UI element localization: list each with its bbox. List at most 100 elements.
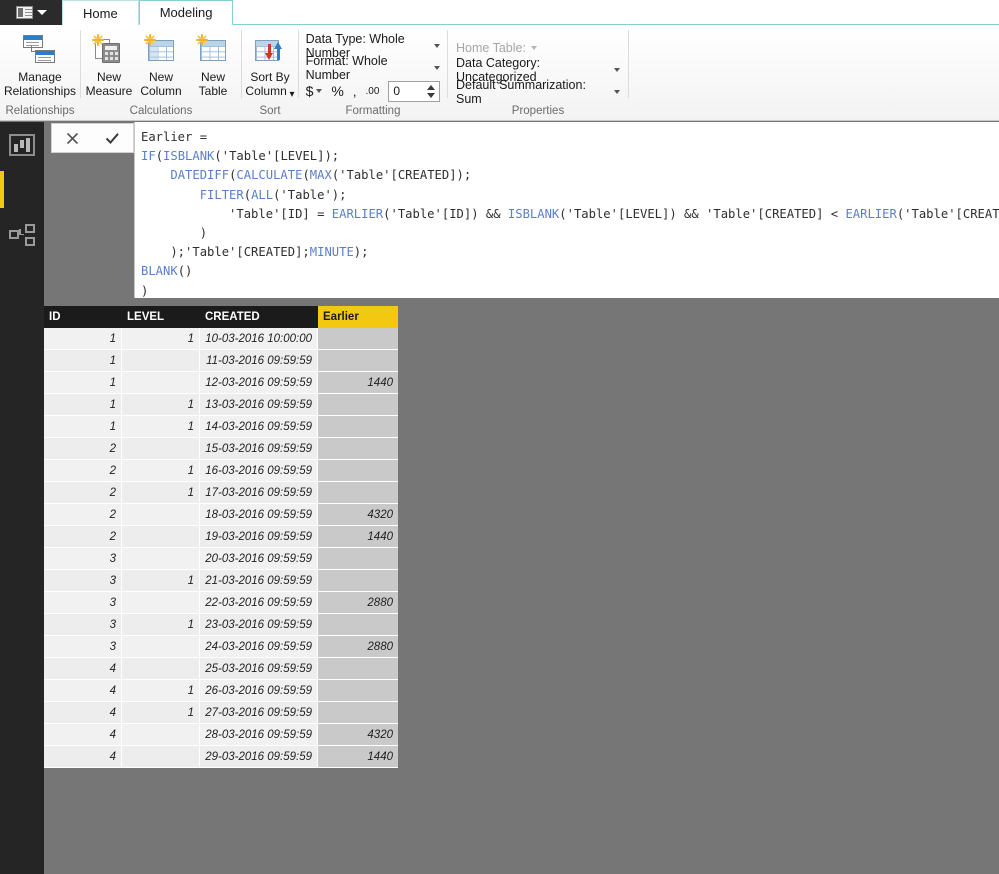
manage-relationships-button[interactable]: Manage Relationships [1,29,79,98]
new-table-button[interactable]: New Table [187,29,239,98]
cell-id[interactable]: 3 [44,592,122,614]
cell-id[interactable]: 1 [44,416,122,438]
percent-format-button[interactable]: % [331,83,343,99]
cell-earlier[interactable] [318,328,398,350]
cell-earlier[interactable]: 1440 [318,526,398,548]
column-header-created[interactable]: CREATED [200,306,318,328]
cell-created[interactable]: 20-03-2016 09:59:59 [200,548,318,570]
cell-earlier[interactable]: 2880 [318,636,398,658]
cell-id[interactable]: 4 [44,724,122,746]
cell-earlier[interactable] [318,438,398,460]
table-row[interactable]: 4 1 26-03-2016 09:59:59 [44,680,398,702]
table-row[interactable]: 1 11-03-2016 09:59:59 [44,350,398,372]
cell-id[interactable]: 1 [44,394,122,416]
cell-id[interactable]: 1 [44,372,122,394]
cell-level[interactable]: 1 [122,460,200,482]
sort-by-column-button[interactable]: Sort By Column ▾ [242,29,298,100]
cell-level[interactable]: 1 [122,482,200,504]
sidebar-item-data-view[interactable] [0,167,398,495]
cell-level[interactable]: 1 [122,570,200,592]
cell-id[interactable]: 4 [44,702,122,724]
cell-id[interactable]: 3 [44,636,122,658]
cell-earlier[interactable] [318,614,398,636]
cell-earlier[interactable] [318,548,398,570]
table-row[interactable]: 3 22-03-2016 09:59:59 2880 [44,592,398,614]
cell-earlier[interactable] [318,570,398,592]
cell-created[interactable]: 18-03-2016 09:59:59 [200,504,318,526]
cell-created[interactable]: 24-03-2016 09:59:59 [200,636,318,658]
cell-id[interactable]: 3 [44,548,122,570]
column-header-earlier[interactable]: Earlier [318,306,398,328]
table-row[interactable]: 2 1 16-03-2016 09:59:59 [44,460,398,482]
cell-created[interactable]: 19-03-2016 09:59:59 [200,526,318,548]
cell-id[interactable]: 4 [44,680,122,702]
sidebar-item-report-view[interactable] [0,122,44,167]
cell-id[interactable]: 3 [44,614,122,636]
thousands-separator-button[interactable]: , [353,84,357,99]
cell-id[interactable]: 2 [44,482,122,504]
cell-level[interactable] [122,438,200,460]
tab-home[interactable]: Home [62,0,139,25]
cell-earlier[interactable] [318,460,398,482]
cell-created[interactable]: 11-03-2016 09:59:59 [200,350,318,372]
table-row[interactable]: 4 29-03-2016 09:59:59 1440 [44,746,398,768]
default-summarization-dropdown[interactable]: Default Summarization: Sum [456,78,620,106]
table-row[interactable]: 2 19-03-2016 09:59:59 1440 [44,526,398,548]
table-row[interactable]: 1 1 13-03-2016 09:59:59 [44,394,398,416]
cell-created[interactable]: 26-03-2016 09:59:59 [200,680,318,702]
column-header-level[interactable]: LEVEL [122,306,200,328]
table-row[interactable]: 4 1 27-03-2016 09:59:59 [44,702,398,724]
cell-id[interactable]: 4 [44,746,122,768]
file-menu-button[interactable] [0,0,62,25]
cell-earlier[interactable] [318,350,398,372]
cell-created[interactable]: 27-03-2016 09:59:59 [200,702,318,724]
cell-level[interactable]: 1 [122,614,200,636]
cell-earlier[interactable] [318,482,398,504]
cell-level[interactable] [122,724,200,746]
cell-created[interactable]: 15-03-2016 09:59:59 [200,438,318,460]
currency-format-button[interactable]: $ [306,83,314,99]
cell-level[interactable] [122,636,200,658]
new-measure-button[interactable]: New Measure [83,29,135,98]
tab-modeling[interactable]: Modeling [138,0,234,25]
cell-id[interactable]: 3 [44,570,122,592]
cell-level[interactable] [122,526,200,548]
cell-id[interactable]: 4 [44,658,122,680]
chevron-down-icon[interactable] [316,89,323,93]
cell-level[interactable]: 1 [122,416,200,438]
cell-earlier[interactable]: 1440 [318,746,398,768]
cell-earlier[interactable]: 1440 [318,372,398,394]
cell-level[interactable] [122,746,200,768]
cell-id[interactable]: 2 [44,504,122,526]
cell-id[interactable]: 2 [44,526,122,548]
data-type-dropdown[interactable]: Data Type: Whole Number [306,32,441,60]
cell-earlier[interactable]: 4320 [318,724,398,746]
table-row[interactable]: 2 18-03-2016 09:59:59 4320 [44,504,398,526]
cell-created[interactable]: 22-03-2016 09:59:59 [200,592,318,614]
table-row[interactable]: 1 1 14-03-2016 09:59:59 [44,416,398,438]
cell-created[interactable]: 25-03-2016 09:59:59 [200,658,318,680]
column-header-id[interactable]: ID [44,306,122,328]
cell-earlier[interactable]: 4320 [318,504,398,526]
decimal-places-button[interactable]: .00 [365,86,379,97]
cell-level[interactable]: 1 [122,394,200,416]
cell-level[interactable] [122,658,200,680]
cell-id[interactable]: 2 [44,460,122,482]
cell-level[interactable] [122,592,200,614]
cell-created[interactable]: 17-03-2016 09:59:59 [200,482,318,504]
cell-level[interactable] [122,372,200,394]
cell-created[interactable]: 10-03-2016 10:00:00 [200,328,318,350]
home-table-dropdown[interactable]: Home Table: [456,38,620,57]
cell-created[interactable]: 13-03-2016 09:59:59 [200,394,318,416]
dax-formula-input[interactable]: Earlier = IF(ISBLANK('Table'[LEVEL]); DAT… [134,122,999,298]
table-row[interactable]: 3 24-03-2016 09:59:59 2880 [44,636,398,658]
stepper-arrows-icon[interactable] [427,84,436,99]
cell-created[interactable]: 12-03-2016 09:59:59 [200,372,318,394]
new-column-button[interactable]: New Column [135,29,187,98]
table-row[interactable]: 1 12-03-2016 09:59:59 1440 [44,372,398,394]
table-row[interactable]: 3 1 21-03-2016 09:59:59 [44,570,398,592]
cell-id[interactable]: 2 [44,438,122,460]
table-row[interactable]: 2 15-03-2016 09:59:59 [44,438,398,460]
table-row[interactable]: 4 28-03-2016 09:59:59 4320 [44,724,398,746]
table-row[interactable]: 4 25-03-2016 09:59:59 [44,658,398,680]
